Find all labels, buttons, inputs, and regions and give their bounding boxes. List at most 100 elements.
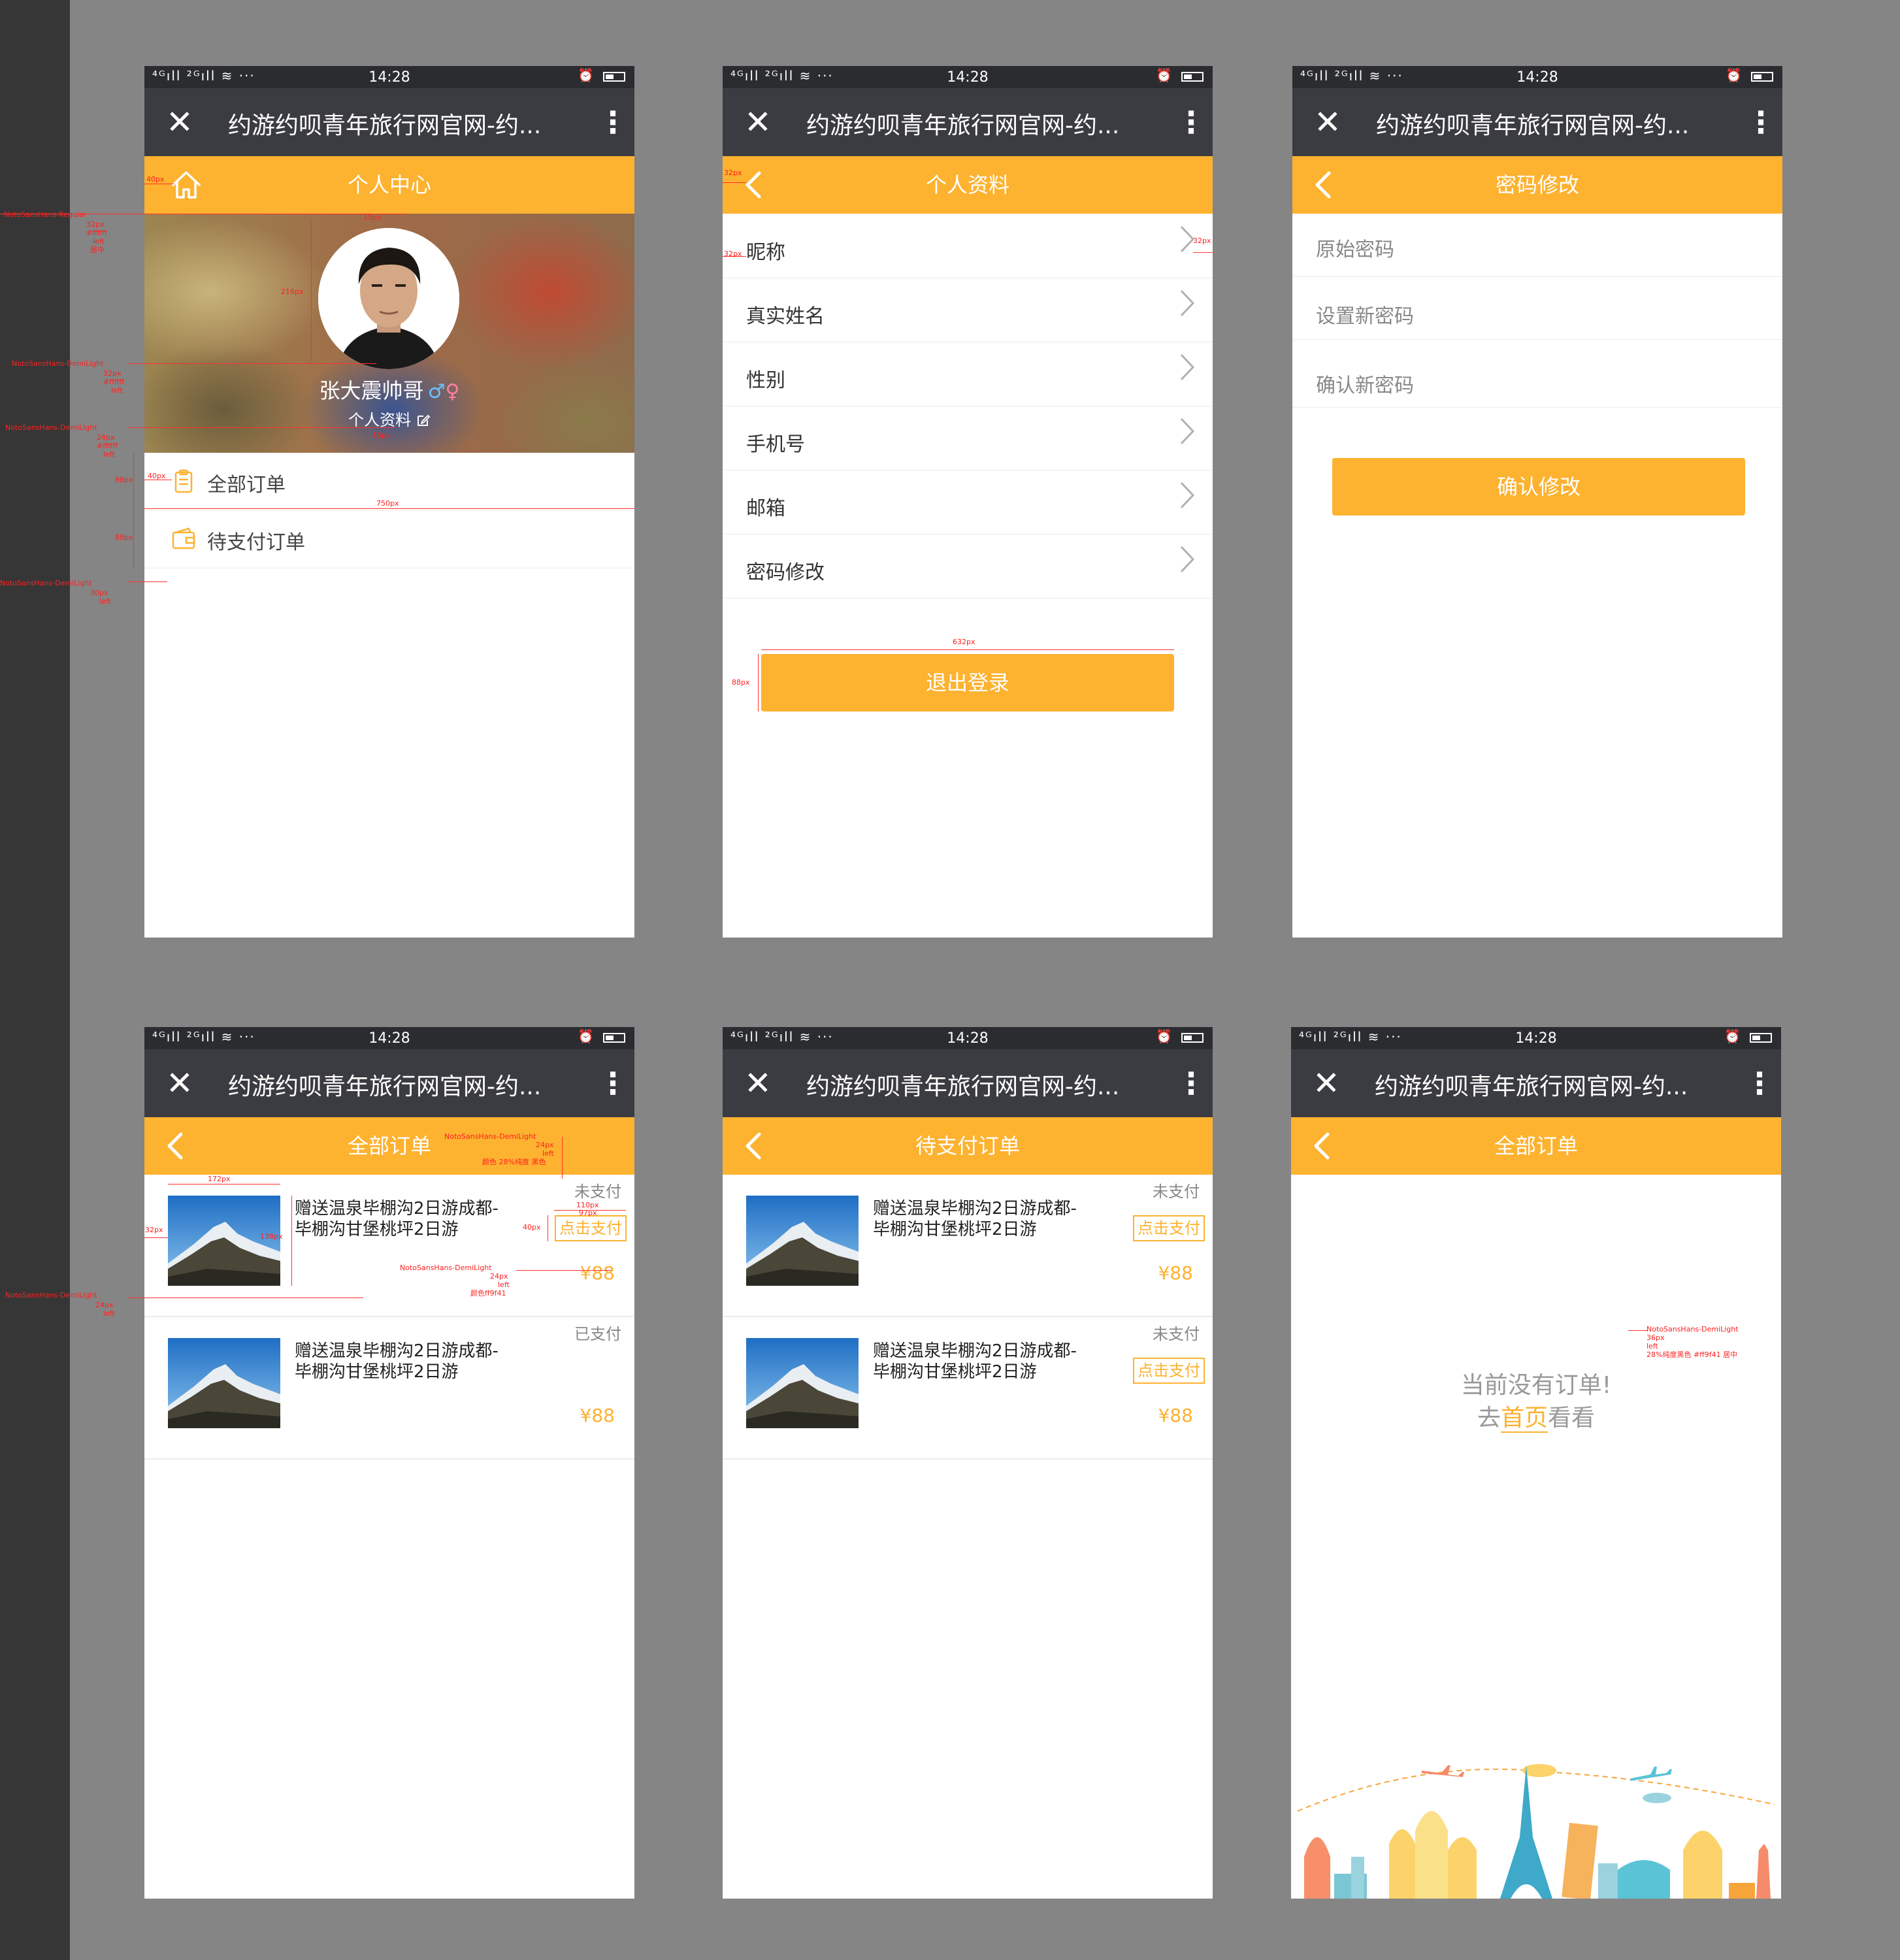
menu-label: 待支付订单 <box>207 531 305 554</box>
order-name: 赠送温泉毕棚沟2日游成都-毕棚沟甘堡桃坪2日游 <box>295 1341 499 1382</box>
status-bar: ⁴ᴳıll ²ᴳıll ≋ ··· 14:28 ⏰ <box>144 66 634 88</box>
home-link[interactable]: 首页 <box>1500 1405 1548 1433</box>
annotation-line <box>723 182 746 183</box>
menu-pending-orders[interactable]: 待支付订单 <box>144 510 634 568</box>
female-icon: ♀ <box>445 380 460 403</box>
order-thumbnail <box>168 1196 280 1286</box>
pay-button[interactable]: 点击支付 <box>555 1215 627 1241</box>
avatar[interactable] <box>318 228 459 369</box>
more-vert-icon[interactable]: ⋮ <box>598 104 628 140</box>
annotation-label: NotoSansHans-DemiLight <box>5 1291 97 1299</box>
order-thumbnail <box>168 1338 280 1428</box>
row-nickname[interactable]: 昵称 <box>723 214 1213 278</box>
order-item[interactable]: 未支付 赠送温泉毕棚沟2日游成都-毕棚沟甘堡桃坪2日游 点击支付 ¥88 <box>723 1175 1213 1317</box>
row-email[interactable]: 邮箱 <box>723 470 1213 534</box>
browser-title: 约游约呗青年旅行网官网-约... <box>806 1073 1120 1100</box>
status-time: 14:28 <box>947 1030 989 1047</box>
annotation-line <box>128 581 167 582</box>
order-item[interactable]: 未支付 赠送温泉毕棚沟2日游成都-毕棚沟甘堡桃坪2日游 点击支付 ¥88 <box>144 1175 634 1317</box>
annotation-label: left <box>1646 1342 1658 1350</box>
order-status: 已支付 <box>574 1325 621 1343</box>
close-icon[interactable]: ✕ <box>161 1065 198 1102</box>
alarm-icon: ⏰ <box>1724 1028 1741 1044</box>
profile-banner: 张大震帅哥 ♂♀ 个人资料 <box>144 214 634 453</box>
close-icon[interactable]: ✕ <box>740 1065 776 1102</box>
annotation-label: left <box>111 386 123 395</box>
row-gender[interactable]: 性别 <box>723 342 1213 406</box>
profile-link[interactable]: 个人资料 <box>144 407 634 430</box>
annotation-label: 15px <box>372 431 391 440</box>
annotation-label: #ffffff <box>97 442 118 450</box>
chevron-right-icon <box>1177 287 1197 319</box>
annotation-label: 32px <box>145 1226 163 1234</box>
logout-button[interactable]: 退出登录 <box>761 654 1174 711</box>
annotation-label: NotoSansHans-DemiLight <box>444 1132 536 1141</box>
close-icon[interactable]: ✕ <box>740 104 776 140</box>
page-header: 密码修改 <box>1292 156 1782 214</box>
browser-title: 约游约呗青年旅行网官网-约... <box>228 1073 542 1100</box>
annotation-label: 40px <box>523 1223 541 1232</box>
close-icon[interactable]: ✕ <box>161 104 198 140</box>
page-title: 密码修改 <box>1495 172 1579 197</box>
battery-icon <box>1750 1033 1772 1043</box>
browser-title-bar: ✕ 约游约呗青年旅行网官网-约... ⋮ <box>1292 88 1782 156</box>
order-item[interactable]: 未支付 赠送温泉毕棚沟2日游成都-毕棚沟甘堡桃坪2日游 点击支付 ¥88 <box>723 1317 1213 1460</box>
field-placeholder: 原始密码 <box>1316 238 1394 261</box>
close-icon[interactable]: ✕ <box>1308 1065 1345 1102</box>
close-icon[interactable]: ✕ <box>1309 104 1346 140</box>
username-text: 张大震帅哥 <box>319 378 424 403</box>
browser-title-bar: ✕ 约游约呗青年旅行网官网-约... ⋮ <box>144 1049 634 1117</box>
page-title: 全部订单 <box>1494 1134 1578 1158</box>
battery-icon <box>1751 72 1773 82</box>
more-vert-icon[interactable]: ⋮ <box>1744 1065 1775 1102</box>
new-password-field[interactable]: 设置新密码 <box>1292 276 1782 340</box>
annotation-label: left <box>542 1149 554 1158</box>
battery-icon <box>603 1033 625 1043</box>
browser-title: 约游约呗青年旅行网官网-约... <box>806 112 1120 139</box>
field-placeholder: 确认新密码 <box>1316 374 1414 397</box>
row-label: 邮箱 <box>746 497 785 520</box>
annotation-label: 138px <box>260 1232 283 1241</box>
confirm-change-button[interactable]: 确认修改 <box>1332 458 1745 515</box>
more-vert-icon[interactable]: ⋮ <box>1746 104 1776 140</box>
order-item[interactable]: 已支付 赠送温泉毕棚沟2日游成都-毕棚沟甘堡桃坪2日游 ¥88 <box>144 1317 634 1460</box>
annotation-line <box>133 510 134 568</box>
order-price: ¥88 <box>1158 1262 1193 1284</box>
row-password[interactable]: 密码修改 <box>723 534 1213 598</box>
field-placeholder: 设置新密码 <box>1316 305 1414 328</box>
annotation-line <box>144 508 634 509</box>
chevron-right-icon <box>1177 479 1197 512</box>
status-time: 14:28 <box>1515 1030 1557 1047</box>
annotation-label: 88px <box>732 678 750 687</box>
alarm-icon: ⏰ <box>578 67 594 83</box>
travel-skyline-illustration <box>1291 1752 1781 1899</box>
browser-title: 约游约呗青年旅行网官网-约... <box>1375 1073 1688 1100</box>
page-header: 个人中心 <box>144 156 634 214</box>
annotation-label: 居中 <box>90 246 105 254</box>
annotation-label: NotoSansHans-Regular <box>4 210 87 219</box>
alarm-icon: ⏰ <box>1726 67 1742 83</box>
annotation-label: 88px <box>115 533 133 542</box>
browser-title-bar: ✕ 约游约呗青年旅行网官网-约... ⋮ <box>723 1049 1213 1117</box>
pay-button[interactable]: 点击支付 <box>1133 1358 1205 1384</box>
empty-prefix: 去 <box>1477 1405 1501 1431</box>
row-real-name[interactable]: 真实姓名 <box>723 278 1213 342</box>
more-vert-icon[interactable]: ⋮ <box>1176 1065 1206 1102</box>
more-vert-icon[interactable]: ⋮ <box>1176 104 1206 140</box>
annotation-label: 24px <box>490 1272 508 1281</box>
annotation-label: left <box>93 237 105 246</box>
row-phone[interactable]: 手机号 <box>723 406 1213 470</box>
browser-title-bar: ✕ 约游约呗青年旅行网官网-约... ⋮ <box>1291 1049 1781 1117</box>
row-label: 密码修改 <box>746 561 825 584</box>
old-password-field[interactable]: 原始密码 <box>1292 214 1782 277</box>
order-name: 赠送温泉毕棚沟2日游成都-毕棚沟甘堡桃坪2日游 <box>295 1199 499 1239</box>
annotation-line <box>291 1196 292 1286</box>
annotation-label: 颜色ff9f41 <box>470 1289 506 1298</box>
annotation-label: #ffffff <box>86 229 107 237</box>
status-bar: ⁴ᴳıll ²ᴳıll ≋ ··· 14:28 ⏰ <box>144 1027 634 1049</box>
more-vert-icon[interactable]: ⋮ <box>598 1065 628 1102</box>
pay-button[interactable]: 点击支付 <box>1133 1215 1205 1241</box>
confirm-password-field[interactable]: 确认新密码 <box>1292 339 1782 408</box>
row-label: 性别 <box>746 369 785 392</box>
annotation-line <box>761 649 1174 650</box>
